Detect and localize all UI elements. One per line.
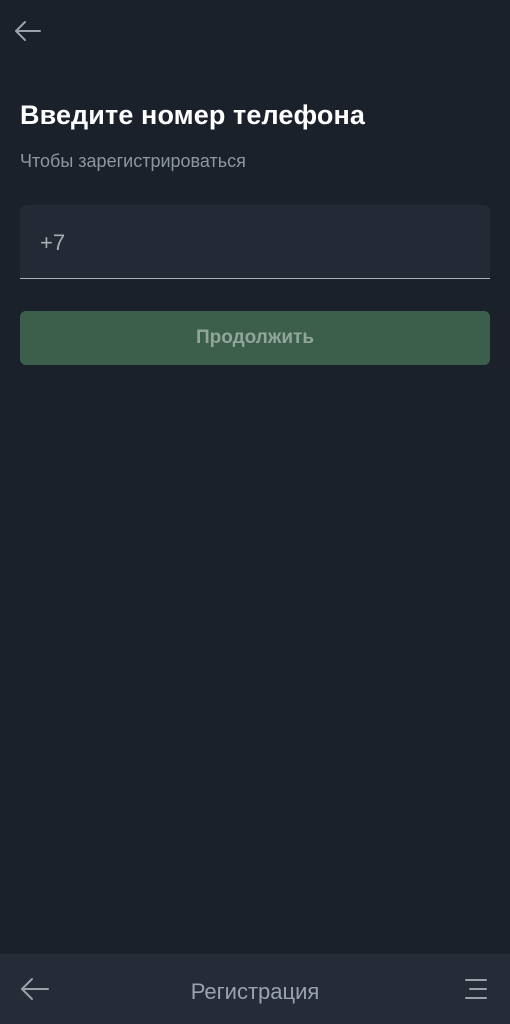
bottom-bar: Регистрация [0, 954, 510, 1024]
menu-icon[interactable] [460, 976, 490, 1002]
continue-button[interactable]: Продолжить [20, 311, 490, 365]
page-subtitle: Чтобы зарегистрироваться [20, 151, 246, 171]
page-title: Введите номер телефона [20, 100, 365, 130]
bottom-bar-title: Регистрация [190, 979, 320, 1004]
phone-input[interactable]: +7 [20, 205, 490, 279]
back-arrow-icon[interactable] [12, 16, 44, 46]
registration-screen: Введите номер телефона Чтобы зарегистрир… [0, 0, 510, 1024]
phone-input-value: +7 [40, 230, 66, 255]
